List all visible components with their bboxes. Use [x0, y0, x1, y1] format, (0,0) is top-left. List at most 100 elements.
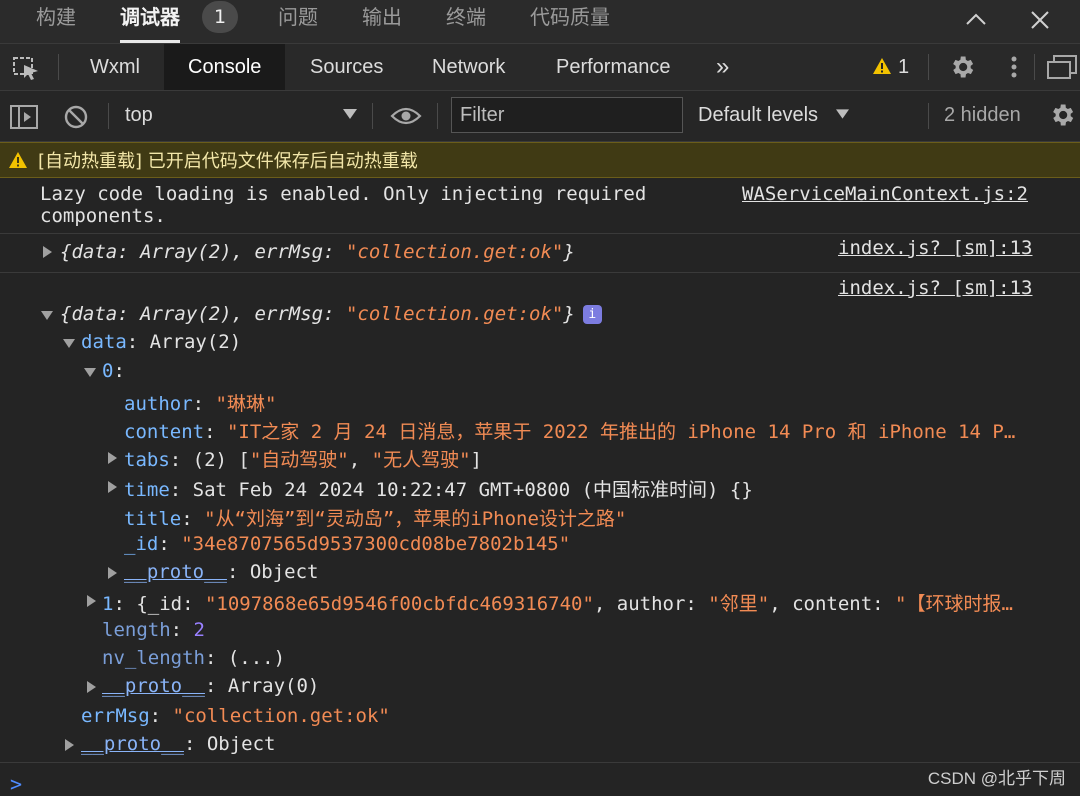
tab-output[interactable]: 输出: [362, 0, 402, 43]
close-icon[interactable]: [1028, 8, 1052, 32]
property-value: : Sat Feb 24 2024 10:22:47 GMT+0800 (中国标…: [169, 479, 753, 501]
tree-row-tabs[interactable]: tabs: (2) ["自动驾驶", "无人驾驶"]: [124, 445, 482, 472]
debugger-badge: 1: [202, 1, 238, 33]
property-key: _id: [124, 533, 159, 555]
filter-input[interactable]: [452, 98, 678, 132]
property-key: tabs: [124, 449, 170, 471]
property-value: "collection.get:ok": [172, 705, 390, 727]
property-value: : Object: [226, 561, 319, 583]
collapse-toggle[interactable]: [63, 339, 75, 348]
inspect-element-icon[interactable]: [12, 55, 40, 81]
property-key: __proto__: [102, 675, 205, 697]
filter-field[interactable]: [451, 97, 683, 133]
console-toolbar: top Default levels 2 hidden: [0, 91, 1080, 142]
console-settings-gear-icon[interactable]: [1048, 101, 1076, 129]
property-value: "IT之家 2 月 24 日消息，苹果于 2022 年推出的 iPhone 14…: [226, 421, 1016, 443]
gear-icon[interactable]: [948, 53, 976, 81]
property-value: : Array(2): [126, 331, 242, 353]
collapsed-object[interactable]: {data: Array(2), errMsg: "collection.get…: [60, 241, 575, 263]
more-tabs-button[interactable]: »: [716, 44, 729, 90]
tab-network[interactable]: Network: [432, 44, 505, 90]
tab-terminal[interactable]: 终端: [446, 0, 486, 43]
expand-toggle[interactable]: [43, 246, 52, 258]
console-prompt[interactable]: >: [10, 772, 22, 796]
property-key: time: [124, 479, 170, 501]
tree-row-time[interactable]: time: Sat Feb 24 2024 10:22:47 GMT+0800 …: [124, 475, 753, 502]
warning-icon[interactable]: [872, 57, 892, 75]
source-link[interactable]: index.js? [sm]:13: [838, 277, 1032, 299]
tab-build[interactable]: 构建: [36, 0, 76, 43]
property-value: : Array(0): [204, 675, 320, 697]
source-link[interactable]: index.js? [sm]:13: [838, 237, 1032, 259]
property-value: 2: [193, 619, 205, 641]
property-value: : Object: [183, 733, 276, 755]
expand-toggle[interactable]: [108, 567, 117, 579]
collapse-toggle[interactable]: [41, 311, 53, 320]
dropdown-arrow-icon[interactable]: [343, 109, 357, 119]
console-message-continued: components.: [40, 205, 166, 227]
property-key: 0: [102, 360, 114, 382]
separator: [928, 54, 929, 80]
tree-row-content: content: "IT之家 2 月 24 日消息，苹果于 2022 年推出的 …: [124, 421, 1016, 443]
property-key: __proto__: [81, 733, 184, 755]
ide-tab-bar: 构建 调试器 1 问题 输出 终端 代码质量: [0, 0, 1080, 44]
property-value: "34e8707565d9537300cd08be7802b145": [181, 533, 571, 555]
tab-wxml[interactable]: Wxml: [90, 44, 140, 90]
dropdown-arrow-icon[interactable]: [836, 109, 849, 119]
property-key: title: [124, 508, 182, 530]
more-vert-icon[interactable]: [1004, 54, 1024, 80]
tree-row-author: author: "琳琳": [124, 393, 277, 415]
object-summary-end: }: [563, 303, 575, 325]
tab-debugger[interactable]: 调试器: [120, 0, 180, 43]
tree-row-errmsg: errMsg: "collection.get:ok": [81, 705, 390, 727]
tree-row-proto[interactable]: __proto__: Object: [124, 561, 318, 583]
object-summary: {data: Array(2), errMsg:: [60, 303, 346, 325]
tab-code-quality[interactable]: 代码质量: [530, 0, 610, 43]
tab-performance[interactable]: Performance: [556, 44, 671, 90]
property-key: nv_length: [102, 647, 205, 669]
clear-console-icon[interactable]: [64, 105, 88, 129]
eye-icon[interactable]: [390, 105, 422, 127]
expand-toggle[interactable]: [87, 595, 96, 607]
property-value: : (...): [204, 647, 286, 669]
info-icon[interactable]: i: [582, 305, 602, 324]
tree-row-item-1[interactable]: 1: {_id: "1097868e65d9546f00cbfdc4693167…: [102, 589, 1013, 616]
hidden-count[interactable]: 2 hidden: [944, 104, 1021, 127]
array-separator: ,: [348, 449, 372, 471]
object-summary: {data: Array(2), errMsg:: [60, 241, 346, 263]
preview-text: , content:: [769, 593, 896, 615]
chevron-up-icon[interactable]: [964, 8, 988, 32]
separator: [437, 103, 438, 129]
property-value: "从“刘海”到“灵动岛”，苹果的iPhone设计之路": [204, 508, 627, 530]
tree-row-array-proto[interactable]: __proto__: Array(0): [102, 675, 319, 697]
sidebar-toggle-icon[interactable]: [10, 105, 38, 129]
tree-row-item-0[interactable]: 0:: [102, 360, 125, 382]
property-key: __proto__: [124, 561, 227, 583]
expand-toggle[interactable]: [87, 681, 96, 693]
tab-problems[interactable]: 问题: [278, 0, 318, 43]
expand-toggle[interactable]: [108, 452, 117, 464]
object-summary-string: "collection.get:ok": [345, 241, 564, 263]
tab-console[interactable]: Console: [164, 44, 286, 90]
collapse-toggle[interactable]: [84, 368, 96, 377]
property-key: data: [81, 331, 127, 353]
separator: [372, 103, 373, 129]
expand-toggle[interactable]: [108, 481, 117, 493]
property-key: author: [124, 393, 193, 415]
tree-row-data[interactable]: data: Array(2): [81, 331, 241, 353]
expanded-object[interactable]: {data: Array(2), errMsg: "collection.get…: [60, 303, 602, 325]
expand-toggle[interactable]: [65, 739, 74, 751]
log-levels-dropdown[interactable]: Default levels: [698, 104, 818, 127]
console-message: Lazy code loading is enabled. Only injec…: [40, 183, 647, 205]
divider: [0, 272, 1080, 273]
warning-count[interactable]: 1: [898, 44, 909, 90]
undock-icon[interactable]: [1046, 54, 1078, 80]
context-selector[interactable]: top: [125, 104, 153, 127]
tree-row-id: _id: "34e8707565d9537300cd08be7802b145": [124, 533, 571, 555]
devtools-tab-bar: Wxml Console Sources Network Performance…: [0, 44, 1080, 91]
tree-row-title: title: "从“刘海”到“灵动岛”，苹果的iPhone设计之路": [124, 508, 627, 530]
tree-row-nv-length[interactable]: nv_length: (...): [102, 647, 285, 669]
tree-row-root-proto[interactable]: __proto__: Object: [81, 733, 275, 755]
tab-sources[interactable]: Sources: [310, 44, 383, 90]
source-link[interactable]: WAServiceMainContext.js:2: [742, 183, 1028, 205]
